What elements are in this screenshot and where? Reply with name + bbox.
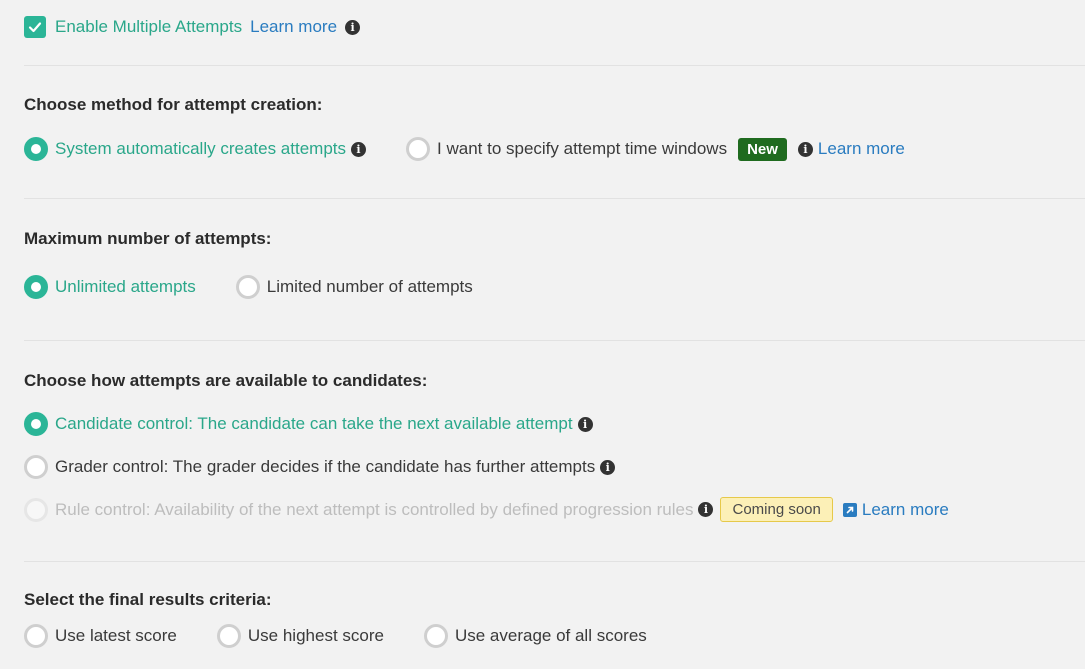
highest-score-label[interactable]: Use highest score xyxy=(248,626,384,646)
limited-attempts-label[interactable]: Limited number of attempts xyxy=(267,277,473,297)
info-icon[interactable]: i xyxy=(698,502,714,517)
max-attempts-options: Unlimited attempts Limited number of att… xyxy=(24,275,473,299)
grader-control-label[interactable]: Grader control: The grader decides if th… xyxy=(55,457,595,477)
learn-more-link[interactable]: Learn more xyxy=(250,17,337,37)
external-link-icon[interactable] xyxy=(842,502,857,517)
radio-specify-time-windows[interactable] xyxy=(406,137,431,161)
availability-option-candidate: Candidate control: The candidate can tak… xyxy=(24,412,593,436)
availability-option-grader: Grader control: The grader decides if th… xyxy=(24,455,616,479)
checkmark-icon xyxy=(28,22,42,33)
unlimited-attempts-label[interactable]: Unlimited attempts xyxy=(55,277,196,297)
radio-latest-score[interactable] xyxy=(24,624,48,648)
info-icon[interactable]: i xyxy=(600,459,616,475)
availability-option-rule: Rule control: Availability of the next a… xyxy=(24,497,949,522)
radio-grader-control[interactable] xyxy=(24,455,48,479)
average-score-label[interactable]: Use average of all scores xyxy=(455,626,647,646)
divider xyxy=(24,198,1085,199)
enable-multiple-attempts-row: Enable Multiple Attempts Learn more i xyxy=(24,16,361,38)
info-icon[interactable]: i xyxy=(351,141,367,157)
final-results-heading: Select the final results criteria: xyxy=(24,590,272,609)
multiple-attempts-settings: Enable Multiple Attempts Learn more i Ch… xyxy=(24,0,1085,669)
radio-average-score[interactable] xyxy=(423,624,448,648)
specify-time-windows-label[interactable]: I want to specify attempt time windows xyxy=(437,139,727,159)
learn-more-link[interactable]: Learn more xyxy=(862,500,949,520)
enable-multiple-attempts-checkbox[interactable] xyxy=(24,16,46,38)
availability-heading: Choose how attempts are available to can… xyxy=(24,371,428,390)
divider xyxy=(24,561,1085,562)
radio-highest-score[interactable] xyxy=(216,624,241,648)
divider xyxy=(24,340,1085,341)
candidate-control-label[interactable]: Candidate control: The candidate can tak… xyxy=(55,414,573,434)
info-icon[interactable]: i xyxy=(577,416,593,432)
coming-soon-badge: Coming soon xyxy=(720,497,833,522)
divider xyxy=(24,65,1085,66)
attempt-creation-heading: Choose method for attempt creation: xyxy=(24,95,323,114)
latest-score-label[interactable]: Use latest score xyxy=(55,626,177,646)
arrow-up-right-icon xyxy=(846,506,854,513)
system-creates-attempts-label[interactable]: System automatically creates attempts xyxy=(55,139,346,159)
new-badge: New xyxy=(738,137,787,161)
radio-rule-control xyxy=(24,497,48,522)
radio-limited-attempts[interactable] xyxy=(235,275,260,299)
max-attempts-heading: Maximum number of attempts: xyxy=(24,229,272,248)
rule-control-label: Rule control: Availability of the next a… xyxy=(55,499,694,519)
enable-multiple-attempts-label[interactable]: Enable Multiple Attempts xyxy=(55,17,242,37)
radio-unlimited-attempts[interactable] xyxy=(24,275,48,299)
info-icon[interactable]: i xyxy=(797,141,813,157)
learn-more-link[interactable]: Learn more xyxy=(818,139,905,159)
attempt-creation-options: System automatically creates attempts i … xyxy=(24,137,905,161)
final-results-options: Use latest score Use highest score Use a… xyxy=(24,624,647,648)
info-icon[interactable]: i xyxy=(345,19,361,35)
radio-system-creates-attempts[interactable] xyxy=(24,137,48,161)
radio-candidate-control[interactable] xyxy=(24,412,48,436)
